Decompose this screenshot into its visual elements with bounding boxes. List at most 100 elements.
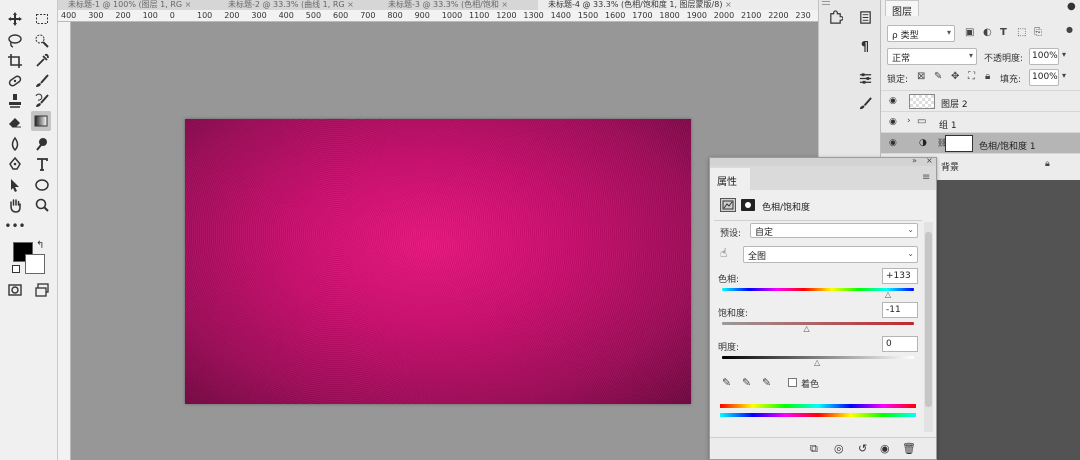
eyedropper-icon[interactable]: ✎ bbox=[722, 376, 731, 389]
close-icon[interactable]: × bbox=[926, 156, 933, 165]
filter-adjustment-icon[interactable]: ◐ bbox=[983, 27, 992, 38]
dodge-tool-icon[interactable] bbox=[32, 134, 52, 154]
ruler-label: 400 bbox=[278, 11, 294, 20]
hand-tool-icon[interactable] bbox=[5, 195, 25, 215]
chevron-down-icon[interactable]: ▾ bbox=[1062, 50, 1066, 59]
lock-artboard-icon[interactable]: ⛶ bbox=[968, 71, 975, 82]
layer-row[interactable]: ◉ › ▭ 组 1 bbox=[881, 111, 1080, 132]
vertical-ruler[interactable] bbox=[58, 22, 71, 460]
lightness-value-field[interactable]: 0 bbox=[882, 336, 918, 352]
filter-smart-object-icon[interactable]: ⎘ bbox=[1034, 27, 1042, 38]
layer-row[interactable]: ◉ 图层 2 bbox=[881, 90, 1080, 111]
document-tab-active[interactable]: 未标题-4 @ 33.3% (色相/饱和度 1, 图层蒙版/8) × bbox=[538, 0, 818, 10]
trash-icon[interactable]: 🗑︎ bbox=[902, 442, 916, 455]
lock-pixels-icon[interactable]: ✎ bbox=[934, 71, 942, 82]
more-tools-icon[interactable]: ••• bbox=[4, 216, 25, 236]
crop-tool-icon[interactable] bbox=[5, 51, 25, 71]
layer-filter-select[interactable]: ρ 类型 ▾ bbox=[887, 25, 955, 42]
filter-shape-icon[interactable]: ⬚ bbox=[1017, 27, 1026, 38]
filter-type-icon[interactable]: T bbox=[1000, 27, 1007, 38]
panel-title-bar[interactable]: » × bbox=[710, 156, 936, 166]
adjustment-icon[interactable] bbox=[720, 198, 736, 212]
hue-slider-handle[interactable]: △ bbox=[885, 290, 891, 299]
brush-tool-icon[interactable] bbox=[32, 71, 52, 91]
chevron-down-icon: ⌄ bbox=[907, 225, 914, 234]
default-colors-icon[interactable] bbox=[12, 265, 20, 273]
document-tab[interactable]: 未标题-1 @ 100% (图层 1, RG × bbox=[58, 0, 218, 10]
colorize-checkbox[interactable] bbox=[788, 378, 797, 387]
saturation-value-field[interactable]: -11 bbox=[882, 302, 918, 318]
lock-position-icon[interactable]: ✥ bbox=[951, 71, 959, 82]
close-icon[interactable]: × bbox=[725, 0, 732, 9]
panel-menu-icon[interactable]: ● bbox=[1067, 1, 1076, 12]
clone-stamp-tool-icon[interactable] bbox=[5, 91, 25, 111]
background-color-swatch[interactable] bbox=[25, 254, 45, 274]
quick-select-tool-icon[interactable] bbox=[32, 31, 52, 51]
healing-brush-tool-icon[interactable] bbox=[5, 71, 25, 91]
scrollbar-thumb[interactable] bbox=[925, 232, 932, 407]
mask-icon[interactable] bbox=[741, 199, 755, 211]
plugin-icon[interactable] bbox=[822, 6, 848, 28]
zoom-tool-icon[interactable] bbox=[32, 195, 52, 215]
move-tool-icon[interactable] bbox=[5, 9, 25, 29]
preset-select[interactable]: 自定 ⌄ bbox=[750, 223, 918, 238]
view-previous-state-icon[interactable]: ◎ bbox=[834, 442, 844, 455]
channel-select[interactable]: 全图 ⌄ bbox=[743, 246, 918, 263]
layers-tab[interactable]: 图层 bbox=[885, 0, 919, 18]
lock-transparent-icon[interactable]: ⊠ bbox=[917, 71, 925, 82]
brush-settings-icon[interactable] bbox=[852, 92, 878, 114]
lock-all-icon[interactable]: 🔒︎ bbox=[985, 71, 990, 82]
history-panel-icon[interactable] bbox=[852, 6, 878, 28]
properties-tab[interactable]: 属性 bbox=[710, 168, 750, 190]
toggle-visibility-eye-icon[interactable]: ◉ bbox=[880, 442, 890, 455]
clip-to-layer-icon[interactable]: ⧉ bbox=[810, 442, 818, 456]
targeted-adjustment-hand-icon[interactable]: ☝ bbox=[720, 246, 727, 260]
saturation-slider-track[interactable] bbox=[722, 322, 914, 325]
paragraph-panel-icon[interactable]: ¶ bbox=[852, 36, 878, 58]
visibility-eye-icon[interactable]: ◉ bbox=[889, 96, 897, 106]
chevron-right-icon[interactable]: › bbox=[907, 116, 911, 126]
close-icon[interactable]: × bbox=[347, 0, 354, 9]
visibility-eye-icon[interactable]: ◉ bbox=[889, 138, 897, 148]
chevron-down-icon[interactable]: ▾ bbox=[1062, 71, 1066, 80]
document-image[interactable] bbox=[185, 119, 691, 404]
blur-tool-icon[interactable] bbox=[5, 134, 25, 154]
close-icon[interactable]: × bbox=[185, 0, 192, 9]
layer-mask-thumbnail[interactable] bbox=[945, 135, 973, 152]
horizontal-ruler[interactable]: 400 300 200 100 0 100 200 300 400 500 600 700 800 900… bbox=[58, 10, 818, 22]
layer-row-selected[interactable]: ◉ ◑ ⛓ 色相/饱和度 1 bbox=[881, 132, 1080, 153]
ellipse-tool-icon[interactable] bbox=[32, 175, 52, 195]
history-brush-tool-icon[interactable] bbox=[32, 91, 52, 111]
panel-menu-icon[interactable]: ≡ bbox=[922, 172, 930, 183]
path-selection-tool-icon[interactable] bbox=[5, 175, 25, 195]
close-icon[interactable]: × bbox=[501, 0, 508, 9]
hue-value-field[interactable]: +133 bbox=[882, 268, 918, 284]
document-tab[interactable]: 未标题-2 @ 33.3% (曲线 1, RG × bbox=[218, 0, 378, 10]
type-tool-icon[interactable] bbox=[32, 154, 52, 174]
gradient-tool-icon[interactable] bbox=[31, 111, 51, 131]
collapse-handle-icon[interactable] bbox=[822, 1, 830, 5]
collapse-panel-icon[interactable]: » bbox=[912, 156, 917, 165]
lightness-slider-handle[interactable]: △ bbox=[814, 358, 820, 367]
eyedropper-subtract-icon[interactable]: ✎ bbox=[762, 376, 771, 389]
pen-tool-icon[interactable] bbox=[5, 154, 25, 174]
properties-scrollbar[interactable] bbox=[924, 222, 933, 432]
saturation-slider-handle[interactable]: △ bbox=[803, 324, 809, 333]
eraser-tool-icon[interactable] bbox=[5, 112, 25, 132]
fill-field[interactable]: 100% bbox=[1029, 69, 1059, 86]
eyedropper-tool-icon[interactable] bbox=[32, 51, 52, 71]
lasso-tool-icon[interactable] bbox=[5, 31, 25, 51]
blend-mode-select[interactable]: 正常 ▾ bbox=[887, 48, 977, 65]
opacity-field[interactable]: 100% bbox=[1029, 48, 1059, 65]
adjustments-panel-icon[interactable] bbox=[852, 67, 878, 89]
document-tab[interactable]: 未标题-3 @ 33.3% (色相/饱和 × bbox=[378, 0, 538, 10]
screen-mode-icon[interactable] bbox=[32, 280, 52, 300]
visibility-eye-icon[interactable]: ◉ bbox=[889, 117, 897, 127]
marquee-tool-icon[interactable] bbox=[32, 9, 52, 29]
quick-mask-icon[interactable] bbox=[5, 280, 25, 300]
filter-pixel-icon[interactable]: ▣ bbox=[965, 27, 974, 38]
swap-colors-icon[interactable]: ↰ bbox=[36, 240, 44, 251]
reset-icon[interactable]: ↺ bbox=[858, 442, 867, 455]
filter-toggle-icon[interactable]: ● bbox=[1066, 25, 1073, 34]
eyedropper-add-icon[interactable]: ✎ bbox=[742, 376, 751, 389]
